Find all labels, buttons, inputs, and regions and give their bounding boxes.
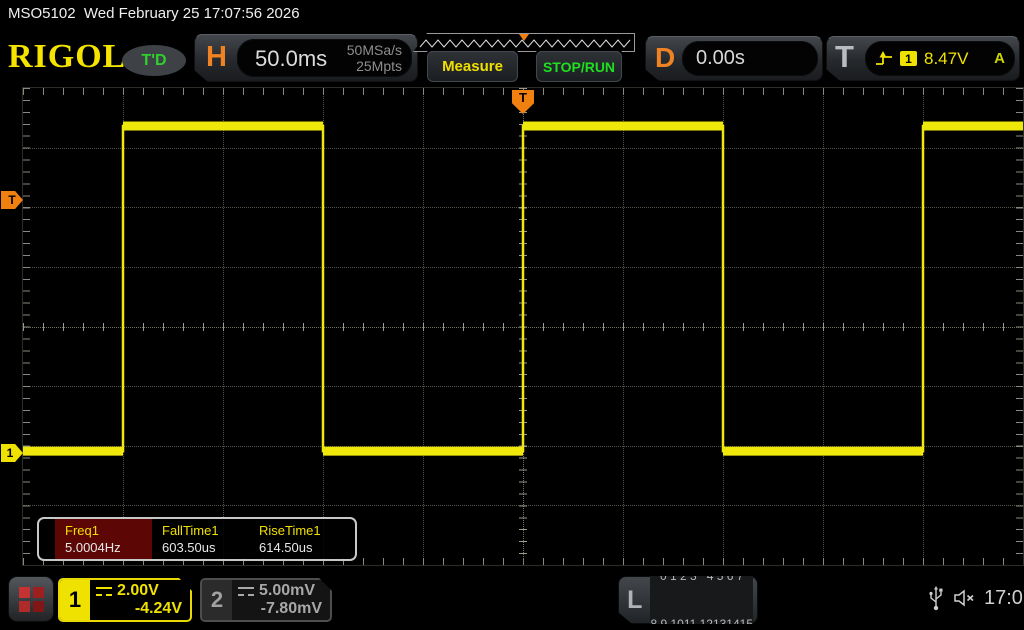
channel2-values: 5.00mV -7.80mV xyxy=(232,580,330,620)
rigol-logo: RIGOL xyxy=(8,40,126,74)
horizontal-timebase-block[interactable]: H 50.0ms 50MSa/s 25Mpts xyxy=(194,34,418,82)
oscilloscope-screen: MSO5102 Wed February 25 17:07:56 2026 RI… xyxy=(0,0,1024,630)
usb-icon xyxy=(928,585,944,611)
channel2-number: 2 xyxy=(202,580,232,620)
measurement-results-panel[interactable]: Freq1 5.0004Hz FallTime1 603.50us RiseTi… xyxy=(37,517,357,561)
logic-analyzer-block[interactable]: L 0 1 2 3 4 5 6 7 8 9 1011 12131415 xyxy=(618,576,758,624)
speaker-muted-icon xyxy=(952,588,976,608)
trigger-mode: A xyxy=(994,50,1005,67)
channel1-scale: 2.00V xyxy=(117,582,159,600)
measurement-label: RiseTime1 xyxy=(259,522,346,539)
channel1-offset: -4.24V xyxy=(96,600,182,618)
status-icons: 17:07 xyxy=(928,585,1024,611)
trigger-pill: 1 8.47V A xyxy=(865,41,1015,76)
menu-square xyxy=(33,587,44,598)
overview-trigger-position-icon[interactable] xyxy=(519,34,529,41)
menu-grid-icon[interactable] xyxy=(8,576,54,622)
logic-label: L xyxy=(619,586,650,615)
delay-block[interactable]: D 0.00s xyxy=(645,36,823,81)
timebase-value: 50.0ms xyxy=(255,46,327,72)
trigger-level-value: 8.47V xyxy=(924,49,968,69)
waveform-display-area: T T 1 Freq1 5.0004Hz FallTime1 603.50us … xyxy=(23,88,1023,565)
channel1-position-marker[interactable]: 1 xyxy=(1,444,23,462)
clock: 17:07 xyxy=(984,587,1024,610)
channel1-number: 1 xyxy=(60,580,90,620)
dc-coupling-icon xyxy=(238,587,254,596)
acquisition-info: 50MSa/s 25Mpts xyxy=(347,42,402,74)
trigger-source-badge: 1 xyxy=(900,51,917,66)
measurement-label: Freq1 xyxy=(65,522,152,539)
measurement-value: 603.50us xyxy=(162,539,249,557)
trigger-block[interactable]: T 1 8.47V A xyxy=(826,36,1020,81)
measurement-falltime1[interactable]: FallTime1 603.50us xyxy=(152,519,249,559)
delay-label: D xyxy=(655,42,675,74)
horizontal-label: H xyxy=(206,41,227,74)
measure-button[interactable]: Measure xyxy=(427,51,518,82)
measurement-freq1[interactable]: Freq1 5.0004Hz xyxy=(55,519,152,559)
menu-square xyxy=(19,587,30,598)
triggered-status-badge: T'D xyxy=(122,45,186,76)
ch1-waveform-trace xyxy=(23,88,1023,570)
menu-square xyxy=(33,601,44,612)
channel2-scale: 5.00mV xyxy=(259,582,315,600)
channel1-status-block[interactable]: 1 2.00V -4.24V xyxy=(58,578,192,622)
delay-value: 0.00s xyxy=(682,47,745,70)
rising-edge-trigger-icon xyxy=(875,51,893,67)
sample-rate: 50MSa/s xyxy=(347,42,402,58)
channel1-values: 2.00V -4.24V xyxy=(90,580,190,620)
logic-row2: 8 9 1011 12131415 xyxy=(650,616,753,630)
model-and-datetime: MSO5102 Wed February 25 17:07:56 2026 xyxy=(8,5,300,22)
channel2-offset: -7.80mV xyxy=(238,600,322,618)
stop-run-button[interactable]: STOP/RUN xyxy=(536,51,622,82)
delay-pill: 0.00s xyxy=(682,41,818,76)
dc-coupling-icon xyxy=(96,587,112,596)
channel2-status-block[interactable]: 2 5.00mV -7.80mV xyxy=(200,578,332,622)
measurement-value: 614.50us xyxy=(259,539,346,557)
trigger-level-marker[interactable]: T xyxy=(1,191,23,209)
measurement-risetime1[interactable]: RiseTime1 614.50us xyxy=(249,519,346,559)
timebase-pill: 50.0ms 50MSa/s 25Mpts xyxy=(237,39,412,77)
measurement-value: 5.0004Hz xyxy=(65,539,152,557)
menu-square xyxy=(19,601,30,612)
measurement-label: FallTime1 xyxy=(162,522,249,539)
trigger-label: T xyxy=(835,39,854,75)
memory-depth: 25Mpts xyxy=(347,58,402,74)
logic-row1: 0 1 2 3 4 5 6 7 xyxy=(650,568,753,584)
